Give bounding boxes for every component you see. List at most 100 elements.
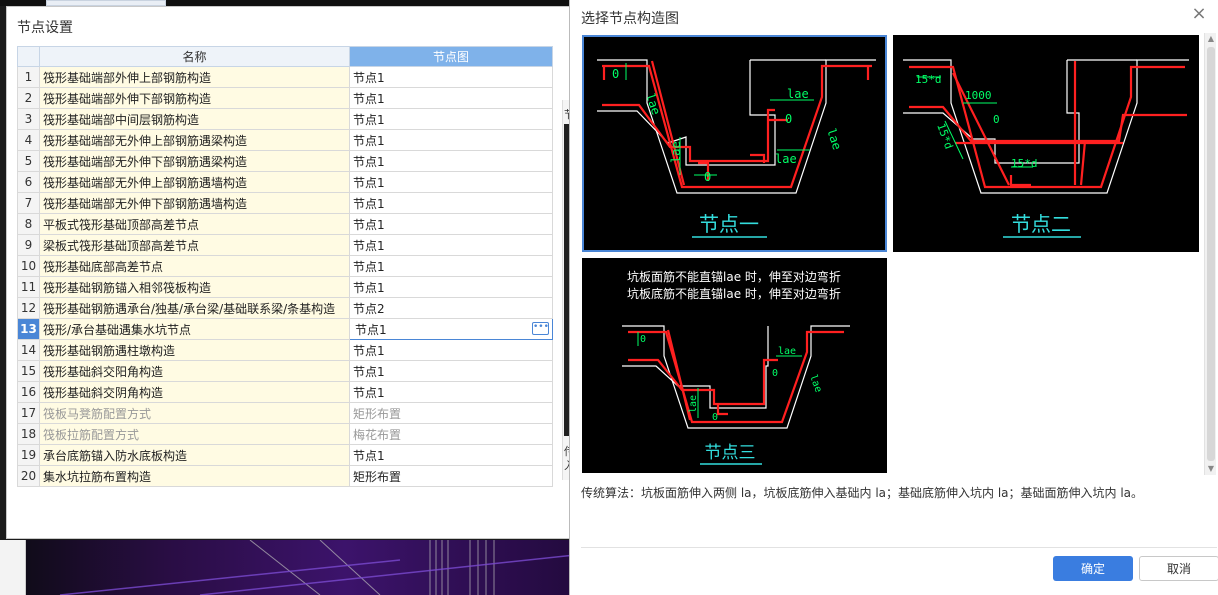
setting-name-cell[interactable]: 筏形/承台基础遇集水坑节点 bbox=[39, 318, 350, 340]
setting-name-cell[interactable]: 承台底筋锚入防水底板构造 bbox=[39, 444, 350, 466]
cancel-button[interactable]: 取消 bbox=[1139, 556, 1218, 581]
node-2-diagram[interactable]: 15*d 1000 0 15*d 15*d 节点二 bbox=[893, 35, 1199, 252]
table-row[interactable]: 13 筏形/承台基础遇集水坑节点 节点1 ••• bbox=[17, 318, 553, 340]
row-number: 7 bbox=[17, 192, 40, 214]
node-1-diagram[interactable]: 0 lae lae 0 lae lae lae 0 节点一 bbox=[582, 35, 887, 252]
node-value-cell[interactable]: 节点1 bbox=[349, 171, 553, 193]
table-row[interactable]: 17 筏板马凳筋配置方式 矩形布置 bbox=[17, 402, 553, 424]
gallery-scrollbar[interactable]: ▲ ▼ bbox=[1204, 33, 1216, 475]
node-value-cell[interactable]: 节点1 bbox=[349, 66, 553, 88]
name-column-header[interactable]: 名称 bbox=[39, 46, 350, 67]
table-row[interactable]: 18 筏板拉筋配置方式 梅花布置 bbox=[17, 423, 553, 445]
setting-name-cell[interactable]: 筏形基础端部外伸下部钢筋构造 bbox=[39, 87, 350, 109]
table-row[interactable]: 2 筏形基础端部外伸下部钢筋构造 节点1 bbox=[17, 87, 553, 109]
confirm-button[interactable]: 确定 bbox=[1053, 556, 1133, 581]
setting-name-cell[interactable]: 筏形基础端部无外伸上部钢筋遇梁构造 bbox=[39, 129, 350, 151]
node-3-note-line-2: 坑板底筋不能直锚lae 时，伸至对边弯折 bbox=[627, 286, 841, 301]
table-row[interactable]: 11 筏形基础钢筋锚入相邻筏板构造 节点1 bbox=[17, 276, 553, 298]
dim-lae-label: lae bbox=[824, 127, 844, 152]
node-diagram-gallery: 0 lae lae 0 lae lae lae 0 节点一 15*d 1000 … bbox=[580, 33, 1202, 475]
node-value-cell[interactable]: 矩形布置 bbox=[349, 402, 553, 424]
setting-name-cell[interactable]: 筏形基础端部无外伸上部钢筋遇墙构造 bbox=[39, 171, 350, 193]
dim-lae-label: lae bbox=[775, 152, 797, 166]
table-row[interactable]: 3 筏形基础端部中间层钢筋构造 节点1 bbox=[17, 108, 553, 130]
table-row[interactable]: 10 筏形基础底部高差节点 节点1 bbox=[17, 255, 553, 277]
setting-name-cell[interactable]: 梁板式筏形基础顶部高差节点 bbox=[39, 234, 350, 256]
row-number: 2 bbox=[17, 87, 40, 109]
node-3-diagram[interactable]: 坑板面筋不能直锚lae 时，伸至对边弯折 坑板底筋不能直锚lae 时，伸至对边弯… bbox=[582, 258, 887, 473]
node-value-cell[interactable]: 节点1 bbox=[349, 192, 553, 214]
dim-zero-label: 0 bbox=[640, 334, 646, 345]
table-row[interactable]: 8 平板式筏形基础顶部高差节点 节点1 bbox=[17, 213, 553, 235]
node-value-cell[interactable]: 节点1 bbox=[349, 381, 553, 403]
node-value-cell[interactable]: 节点1 bbox=[349, 276, 553, 298]
setting-name-cell[interactable]: 筏形基础端部外伸上部钢筋构造 bbox=[39, 66, 350, 88]
dialog-title: 节点设置 bbox=[17, 20, 73, 36]
dim-lae-label: lae bbox=[688, 395, 699, 413]
table-row[interactable]: 19 承台底筋锚入防水底板构造 节点1 bbox=[17, 444, 553, 466]
node-settings-table: 名称 节点图 1 筏形基础端部外伸上部钢筋构造 节点1 2 筏形基础端部外伸下部钢筋构造… bbox=[17, 46, 553, 487]
setting-name-cell[interactable]: 筏形基础端部无外伸下部钢筋遇梁构造 bbox=[39, 150, 350, 172]
setting-name-cell[interactable]: 筏形基础底部高差节点 bbox=[39, 255, 350, 277]
table-row[interactable]: 16 筏形基础斜交阴角构造 节点1 bbox=[17, 381, 553, 403]
table-row[interactable]: 14 筏形基础钢筋遇柱墩构造 节点1 bbox=[17, 339, 553, 361]
row-number: 10 bbox=[17, 255, 40, 277]
node-value-cell[interactable]: 梅花布置 bbox=[349, 423, 553, 445]
node-value-cell[interactable]: 节点1 bbox=[349, 213, 553, 235]
setting-name-cell[interactable]: 集水坑拉筋布置构造 bbox=[39, 465, 350, 487]
row-number: 4 bbox=[17, 129, 40, 151]
node-value-cell[interactable]: 节点1 bbox=[349, 150, 553, 172]
setting-name-cell[interactable]: 平板式筏形基础顶部高差节点 bbox=[39, 213, 350, 235]
setting-name-cell[interactable]: 筏形基础钢筋锚入相邻筏板构造 bbox=[39, 276, 350, 298]
setting-name-cell[interactable]: 筏形基础斜交阳角构造 bbox=[39, 360, 350, 382]
setting-name-cell[interactable]: 筏板拉筋配置方式 bbox=[39, 423, 350, 445]
table-row[interactable]: 15 筏形基础斜交阳角构造 节点1 bbox=[17, 360, 553, 382]
row-number: 3 bbox=[17, 108, 40, 130]
setting-name-cell[interactable]: 筏板马凳筋配置方式 bbox=[39, 402, 350, 424]
row-number: 14 bbox=[17, 339, 40, 361]
setting-name-cell[interactable]: 筏形基础钢筋遇承台/独基/承台梁/基础联系梁/条基构造 bbox=[39, 297, 350, 319]
table-row[interactable]: 5 筏形基础端部无外伸下部钢筋遇梁构造 节点1 bbox=[17, 150, 553, 172]
table-row[interactable]: 1 筏形基础端部外伸上部钢筋构造 节点1 bbox=[17, 66, 553, 88]
dim-15d-label: 15*d bbox=[934, 122, 955, 151]
node-3-caption: 节点三 bbox=[705, 443, 756, 463]
table-row[interactable]: 4 筏形基础端部无外伸上部钢筋遇梁构造 节点1 bbox=[17, 129, 553, 151]
node-value-cell[interactable]: 节点1 bbox=[349, 255, 553, 277]
node-value-cell[interactable]: 矩形布置 bbox=[349, 465, 553, 487]
row-number: 16 bbox=[17, 381, 40, 403]
more-options-icon[interactable]: ••• bbox=[532, 322, 549, 335]
row-number: 1 bbox=[17, 66, 40, 88]
node-value-cell[interactable]: 节点1 bbox=[349, 129, 553, 151]
table-row[interactable]: 7 筏形基础端部无外伸下部钢筋遇墙构造 节点1 bbox=[17, 192, 553, 214]
table-row[interactable]: 9 梁板式筏形基础顶部高差节点 节点1 bbox=[17, 234, 553, 256]
table-row[interactable]: 20 集水坑拉筋布置构造 矩形布置 bbox=[17, 465, 553, 487]
scroll-up-icon[interactable]: ▲ bbox=[1205, 33, 1217, 45]
node-value-cell[interactable]: 节点1 bbox=[349, 360, 553, 382]
node-value-cell[interactable]: 节点1 bbox=[349, 339, 553, 361]
scrollbar-thumb[interactable] bbox=[1207, 47, 1215, 461]
node-3-note-line-1: 坑板面筋不能直锚lae 时，伸至对边弯折 bbox=[627, 269, 841, 284]
close-icon[interactable]: × bbox=[1189, 4, 1209, 24]
dialog-title: 选择节点构造图 bbox=[581, 11, 679, 27]
setting-name-cell[interactable]: 筏形基础钢筋遇柱墩构造 bbox=[39, 339, 350, 361]
setting-name-cell[interactable]: 筏形基础端部无外伸下部钢筋遇墙构造 bbox=[39, 192, 350, 214]
node-value-cell[interactable]: 节点1 bbox=[349, 108, 553, 130]
node-value-cell[interactable]: 节点2 bbox=[349, 297, 553, 319]
row-number: 19 bbox=[17, 444, 40, 466]
node-value-cell[interactable]: 节点1 bbox=[349, 444, 553, 466]
table-row[interactable]: 6 筏形基础端部无外伸上部钢筋遇墙构造 节点1 bbox=[17, 171, 553, 193]
dim-zero-label: 0 bbox=[772, 368, 778, 379]
node-3-drawing: 坑板面筋不能直锚lae 时，伸至对边弯折 坑板底筋不能直锚lae 时，伸至对边弯… bbox=[622, 269, 850, 465]
node-value-cell[interactable]: 节点1 bbox=[349, 87, 553, 109]
node-1-drawing: 0 lae lae 0 lae lae lae 0 节点一 bbox=[597, 59, 876, 238]
node-column-header[interactable]: 节点图 bbox=[349, 46, 553, 67]
setting-name-cell[interactable]: 筏形基础端部中间层钢筋构造 bbox=[39, 108, 350, 130]
row-number: 17 bbox=[17, 402, 40, 424]
table-row[interactable]: 12 筏形基础钢筋遇承台/独基/承台梁/基础联系梁/条基构造 节点2 bbox=[17, 297, 553, 319]
node-settings-dialog: 节点设置 名称 节点图 1 筏形基础端部外伸上部钢筋构造 节点1 2 筏形基础端部外伸下… bbox=[6, 6, 575, 539]
setting-name-cell[interactable]: 筏形基础斜交阴角构造 bbox=[39, 381, 350, 403]
scroll-down-icon[interactable]: ▼ bbox=[1205, 463, 1217, 475]
node-value-cell[interactable]: 节点1 bbox=[349, 234, 553, 256]
dim-zero-label: 0 bbox=[785, 112, 792, 126]
node-value-cell[interactable]: 节点1 ••• bbox=[349, 318, 553, 340]
